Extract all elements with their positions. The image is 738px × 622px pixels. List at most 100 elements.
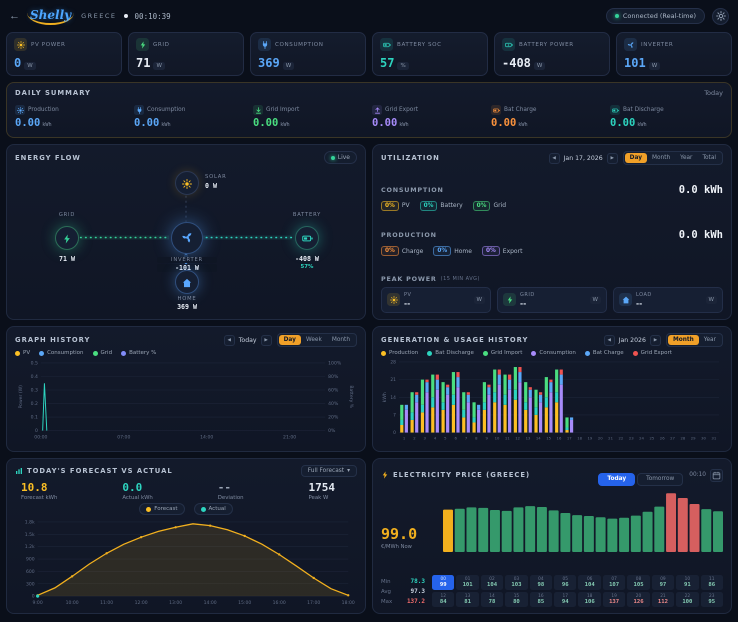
full-forecast-label: Full Forecast	[308, 468, 344, 474]
month-label: Jan 2026	[619, 337, 646, 344]
svg-text:16:00: 16:00	[273, 600, 286, 606]
summary-item-unit: kWh	[161, 122, 170, 128]
summary-item-production: Production0.00kWh	[15, 105, 128, 129]
chip-percent: 0%	[482, 246, 500, 256]
current-price-value: 99.0	[381, 525, 435, 543]
forecast-stat-label: Deviation	[218, 495, 244, 501]
date-prev-button[interactable]: ◀	[549, 153, 560, 164]
stat-card-pv-power: PV POWER0W	[6, 32, 122, 76]
range-button-month[interactable]: Month	[668, 335, 699, 345]
legend-item-consumption[interactable]: Consumption	[39, 350, 83, 356]
svg-text:600: 600	[26, 569, 35, 575]
summary-item-label: Consumption	[147, 107, 185, 113]
svg-text:9:00: 9:00	[33, 600, 43, 606]
svg-text:0.5: 0.5	[31, 361, 38, 367]
price-hour-cell-17: 1794	[554, 592, 576, 607]
legend-item-bat-charge[interactable]: Bat Charge	[585, 350, 624, 356]
svg-text:00:00: 00:00	[34, 435, 47, 441]
price-hour-cell-09: 0997	[652, 575, 674, 590]
inverter-node[interactable]	[171, 222, 203, 254]
stat-card-battery-power: BATTERY POWER-408W	[494, 32, 610, 76]
legend-item-pv[interactable]: PV	[15, 350, 30, 356]
date-next-button[interactable]: ▶	[607, 153, 618, 164]
svg-text:20%: 20%	[328, 415, 339, 421]
forecast-title: TODAY'S FORECAST VS ACTUAL	[27, 467, 173, 475]
range-button-day[interactable]: Day	[625, 153, 647, 163]
summary-item-value: 0.00kWh	[491, 117, 604, 129]
range-button-day[interactable]: Day	[279, 335, 301, 345]
graph-history-range-buttons: DayWeekMonth	[277, 333, 357, 347]
legend-item-forecast[interactable]: Forecast	[139, 503, 184, 515]
summary-item-grid-export: Grid Export0.00kWh	[372, 105, 485, 129]
price-tab-today[interactable]: Today	[598, 473, 635, 486]
legend-item-grid[interactable]: Grid	[93, 350, 113, 356]
summary-item-value: 0.00kWh	[15, 117, 128, 129]
peak-power-label: PEAK POWER	[381, 275, 437, 283]
peak-card-grid: GRID--W	[497, 287, 607, 313]
settings-button[interactable]	[712, 8, 729, 25]
range-button-year[interactable]: Year	[699, 335, 721, 345]
full-forecast-dropdown[interactable]: Full Forecast▾	[301, 465, 357, 477]
home-node[interactable]	[175, 270, 199, 294]
price-cell-value: 104	[578, 582, 600, 588]
price-max-value: 137.2	[407, 598, 425, 605]
range-button-year[interactable]: Year	[675, 153, 697, 163]
history-next-button[interactable]: ▶	[261, 335, 272, 346]
svg-text:100%: 100%	[328, 361, 342, 367]
range-button-total[interactable]: Total	[697, 153, 721, 163]
stat-card-label: INVERTER	[641, 42, 673, 48]
range-button-week[interactable]: Week	[301, 335, 327, 345]
price-cell-value: 91	[676, 582, 698, 588]
legend-label: Forecast	[154, 506, 177, 512]
peak-power-block: PEAK POWER (15 MIN AVG) PV--WGRID--WLOAD…	[381, 275, 723, 313]
range-button-month[interactable]: Month	[647, 153, 675, 163]
svg-text:24: 24	[639, 437, 644, 441]
breakdown-chip-battery: 0%Battery	[420, 201, 463, 211]
stat-card-consumption: CONSUMPTION369W	[250, 32, 366, 76]
svg-text:17:00: 17:00	[307, 600, 320, 606]
svg-text:0.2: 0.2	[31, 401, 38, 407]
legend-item-production[interactable]: Production	[381, 350, 418, 356]
home-icon	[182, 273, 192, 292]
svg-text:26: 26	[660, 437, 665, 441]
legend-dot	[121, 351, 126, 356]
range-button-month[interactable]: Month	[327, 335, 355, 345]
chip-label: Charge	[402, 248, 424, 255]
month-next-button[interactable]: ▶	[650, 335, 661, 346]
legend-item-consumption[interactable]: Consumption	[531, 350, 575, 356]
grid-node[interactable]	[55, 226, 79, 250]
battery-node[interactable]	[295, 226, 319, 250]
forecast-stat-value: --	[218, 481, 244, 494]
forecast-stat-actual-kwh: 0.0Actual kWh	[122, 481, 152, 501]
legend-item-grid-export[interactable]: Grid Export	[633, 350, 672, 356]
summary-item-unit: kWh	[518, 122, 527, 128]
stat-card-value: 369	[258, 56, 280, 70]
summary-item-unit: kWh	[637, 122, 646, 128]
price-settings-button[interactable]	[710, 469, 723, 482]
price-hour-cell-00: 0099	[432, 575, 454, 590]
svg-text:14:00: 14:00	[204, 600, 217, 606]
history-prev-button[interactable]: ◀	[224, 335, 235, 346]
forecast-stat-value: 1754	[309, 481, 336, 494]
legend-item-actual[interactable]: Actual	[194, 503, 233, 515]
back-button[interactable]: ←	[9, 11, 20, 22]
arrow-down-icon	[253, 105, 263, 115]
price-cell-value: 126	[627, 599, 649, 605]
month-prev-button[interactable]: ◀	[604, 335, 615, 346]
inverter-icon	[624, 38, 637, 51]
connection-status-badge[interactable]: Connected (Real-time)	[606, 8, 705, 24]
price-tab-tomorrow[interactable]: Tomorrow	[637, 473, 683, 486]
price-hour-cell-01: 01101	[456, 575, 478, 590]
solar-node[interactable]	[175, 171, 199, 195]
chip-percent: 0%	[420, 201, 438, 211]
generation-chart: 07142128kWh12345678910111213141516171819…	[381, 358, 723, 442]
legend-item-battery-[interactable]: Battery %	[121, 350, 156, 356]
stat-card-value: 57	[380, 56, 394, 70]
stat-card-grid: GRID71W	[128, 32, 244, 76]
svg-text:25: 25	[649, 437, 654, 441]
legend-item-grid-import[interactable]: Grid Import	[483, 350, 523, 356]
svg-text:8: 8	[475, 437, 478, 441]
summary-item-unit: kWh	[42, 122, 51, 128]
legend-item-bat-discharge[interactable]: Bat Discharge	[427, 350, 474, 356]
gear-icon	[716, 9, 726, 24]
